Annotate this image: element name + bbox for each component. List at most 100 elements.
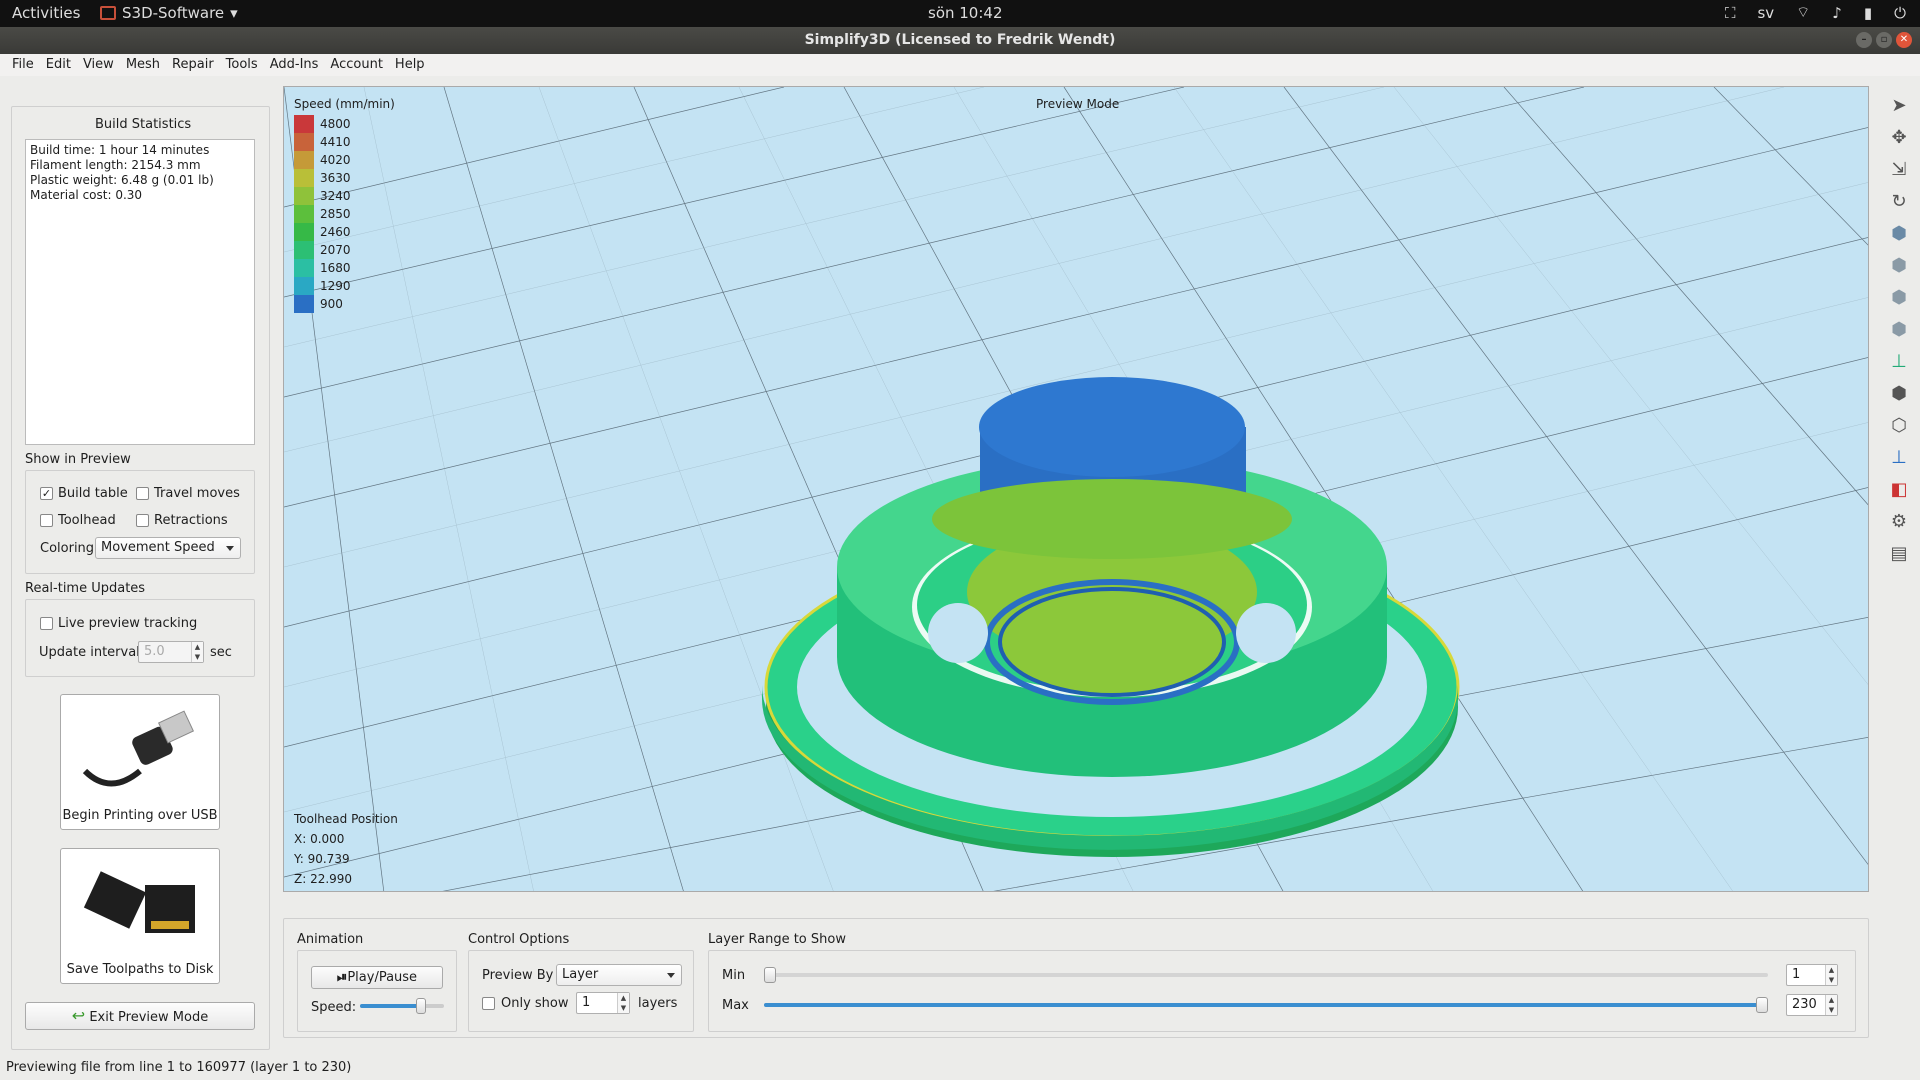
back-arrow-icon: ↩ [71,1006,86,1025]
menu-tools[interactable]: Tools [220,54,264,76]
chevron-down-icon [226,546,234,551]
spin-arrows-icon[interactable]: ▲ ▼ [191,642,203,662]
only-show-value: 1 [582,995,591,1010]
minimize-icon[interactable]: – [1856,32,1872,48]
begin-printing-usb-button[interactable]: Begin Printing over USB [60,694,220,830]
view-iso-icon[interactable]: ⬢ [1884,218,1914,248]
view-top-icon[interactable]: ⬢ [1884,282,1914,312]
move-icon[interactable]: ✥ [1884,122,1914,152]
close-icon[interactable]: ✕ [1896,32,1912,48]
legend-value: 900 [320,297,343,311]
play-pause-button[interactable]: ⏯Play/Pause [311,966,443,989]
origin-icon[interactable]: ⊥ [1884,442,1914,472]
control-options-group [468,950,694,1032]
live-preview-label: Live preview tracking [58,616,198,631]
coloring-label: Coloring [40,541,95,556]
layers-icon[interactable]: ▤ [1884,538,1914,568]
view-side-icon[interactable]: ⬢ [1884,314,1914,344]
update-interval-label: Update interval [39,645,140,660]
spin-arrows-icon[interactable]: ▲ ▼ [1825,995,1837,1015]
only-show-input[interactable]: 1 ▲ ▼ [576,992,630,1014]
solid-view-icon[interactable]: ⬢ [1884,378,1914,408]
battery-icon[interactable]: ▮ [1864,4,1872,22]
toolhead-x: X: 0.000 [294,832,345,846]
coloring-value: Movement Speed [101,540,215,555]
speed-label: Speed: [311,1000,357,1015]
legend-swatch [294,115,314,133]
spin-arrows-icon[interactable]: ▲ ▼ [1825,965,1837,985]
update-interval-input[interactable]: 5.0 ▲ ▼ [138,641,204,663]
legend-swatch [294,241,314,259]
coloring-select[interactable]: Movement Speed [95,537,241,559]
legend-swatch [294,259,314,277]
wifi-icon[interactable]: ⌔ [1796,3,1810,22]
retractions-checkbox[interactable] [136,514,149,527]
volume-icon[interactable]: ♪ [1832,4,1842,22]
activities-button[interactable]: Activities [12,4,80,22]
min-label: Min [722,968,746,983]
rotate-icon[interactable]: ↻ [1884,186,1914,216]
only-show-checkbox[interactable] [482,997,495,1010]
build-table-checkbox[interactable]: ✓ [40,487,53,500]
power-icon[interactable]: ⏻ [1894,4,1906,22]
speed-slider-handle[interactable] [416,998,426,1014]
app-menu-label: S3D-Software [122,4,225,22]
select-arrow-icon[interactable]: ➤ [1884,90,1914,120]
language-indicator[interactable]: sv [1757,4,1774,22]
legend-swatch [294,133,314,151]
scale-icon[interactable]: ⇲ [1884,154,1914,184]
toolhead-z: Z: 22.990 [294,872,353,886]
legend-swatch [294,151,314,169]
save-toolpaths-button[interactable]: Save Toolpaths to Disk [60,848,220,984]
clock[interactable]: sön 10:42 [928,4,1003,22]
max-layer-value: 230 [1792,997,1817,1012]
legend-value: 4800 [320,117,351,131]
legend-value: 1290 [320,279,351,293]
accessibility-icon[interactable]: ⛶ [1725,4,1736,22]
spin-arrows-icon[interactable]: ▲ ▼ [617,993,629,1013]
gear-icon[interactable]: ⚙ [1884,506,1914,536]
app-menu[interactable]: S3D-Software ▾ [100,4,238,22]
travel-moves-checkbox[interactable] [136,487,149,500]
3d-viewport[interactable]: Speed (mm/min) 4800 4410 4020 3630 3240 2850 2… [283,86,1869,892]
preview-by-label: Preview By [482,968,554,983]
max-layer-input[interactable]: 230 ▲ ▼ [1786,994,1838,1016]
menu-help[interactable]: Help [389,54,431,76]
animation-group [297,950,457,1032]
live-preview-checkbox[interactable] [40,617,53,630]
wireframe-icon[interactable]: ⬡ [1884,410,1914,440]
legend-value: 1680 [320,261,351,275]
max-layer-slider[interactable] [764,997,1768,1013]
system-tray: ⛶ sv ⌔ ♪ ▮ ⏻ [1725,3,1906,22]
build-statistics-box: Build time: 1 hour 14 minutes Filament l… [25,139,255,445]
speed-slider[interactable] [360,998,444,1014]
sd-card-icon [83,871,195,933]
menu-edit[interactable]: Edit [40,54,77,76]
legend-value: 2850 [320,207,351,221]
menu-repair[interactable]: Repair [166,54,220,76]
menu-add-ins[interactable]: Add-Ins [264,54,325,76]
legend-swatch [294,187,314,205]
section-icon[interactable]: ◧ [1884,474,1914,504]
menu-account[interactable]: Account [324,54,389,76]
menu-mesh[interactable]: Mesh [120,54,166,76]
toolhead-checkbox[interactable] [40,514,53,527]
exit-preview-button[interactable]: ↩ Exit Preview Mode [25,1002,255,1030]
layer-range-title: Layer Range to Show [708,932,846,947]
max-slider-handle[interactable] [1756,997,1768,1013]
maximize-icon[interactable]: ▫ [1876,32,1892,48]
preview-by-select[interactable]: Layer [556,964,682,986]
min-layer-slider[interactable] [764,967,1768,983]
chevron-down-icon: ▾ [230,4,238,22]
build-plate-grid [284,87,1868,891]
stat-filament-length: Filament length: 2154.3 mm [30,158,201,172]
chevron-down-icon [667,973,675,978]
build-statistics-title: Build Statistics [95,117,192,132]
min-slider-handle[interactable] [764,967,776,983]
min-layer-input[interactable]: 1 ▲ ▼ [1786,964,1838,986]
view-toolbar: ➤ ✥ ⇲ ↻ ⬢ ⬢ ⬢ ⬢ ⊥ ⬢ ⬡ ⊥ ◧ ⚙ ▤ [1882,88,1916,608]
menu-view[interactable]: View [77,54,120,76]
menu-file[interactable]: File [6,54,40,76]
axes-icon[interactable]: ⊥ [1884,346,1914,376]
view-front-icon[interactable]: ⬢ [1884,250,1914,280]
